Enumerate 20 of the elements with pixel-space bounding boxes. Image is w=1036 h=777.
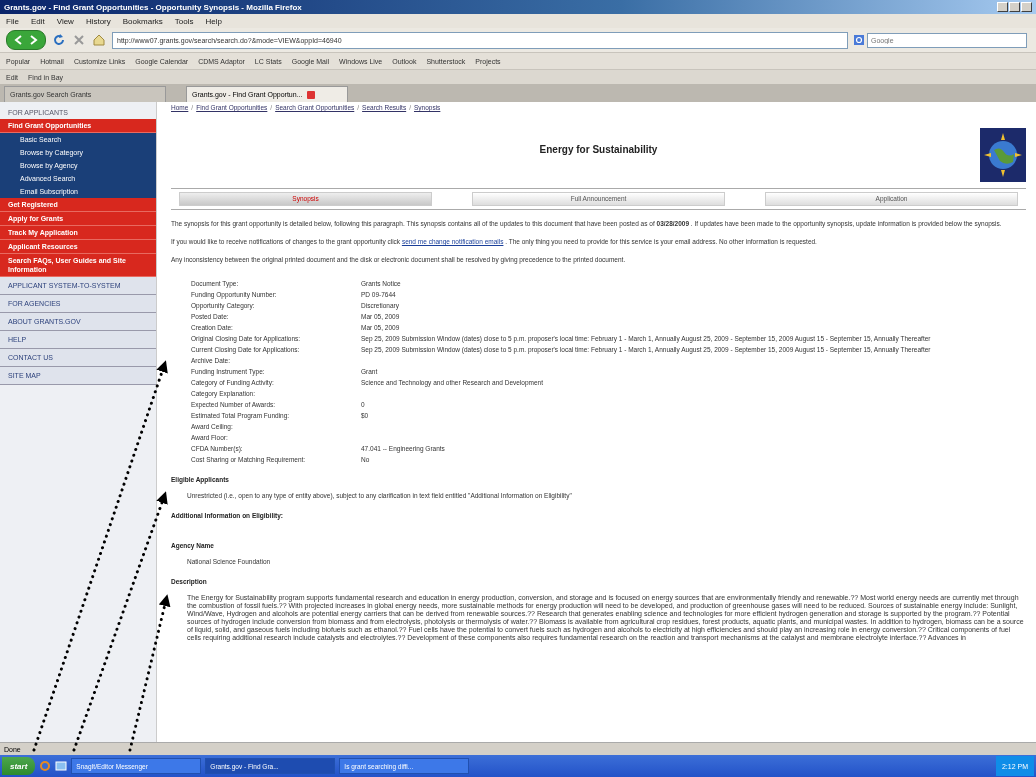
menu-item[interactable]: View — [56, 16, 74, 26]
menu-item[interactable]: Tools — [174, 16, 194, 26]
stop-icon[interactable] — [72, 33, 86, 47]
browser-icon[interactable] — [39, 760, 52, 772]
menu-item[interactable]: Bookmarks — [122, 16, 163, 26]
menu-item[interactable]: Help — [205, 16, 222, 26]
menu-item[interactable]: Edit — [30, 16, 45, 26]
search-engine-icon[interactable] — [854, 35, 864, 45]
home-icon[interactable] — [92, 33, 106, 47]
close-tab-icon[interactable] — [306, 90, 315, 99]
desktop-icon[interactable] — [55, 760, 68, 772]
reload-icon[interactable] — [52, 33, 66, 47]
start-button[interactable]: start — [2, 757, 36, 775]
back-forward-button[interactable] — [6, 30, 46, 50]
menu-item[interactable]: File — [6, 16, 19, 26]
globe-logo — [980, 128, 1026, 182]
arrow-icon — [13, 35, 39, 45]
menu-item[interactable]: History — [85, 16, 111, 26]
page-title: Energy for Sustainability — [539, 146, 658, 154]
window-title: Grants.gov - Find Grant Opportunities - Opportunity Synopsis - Mozilla Firefox — [4, 2, 303, 12]
